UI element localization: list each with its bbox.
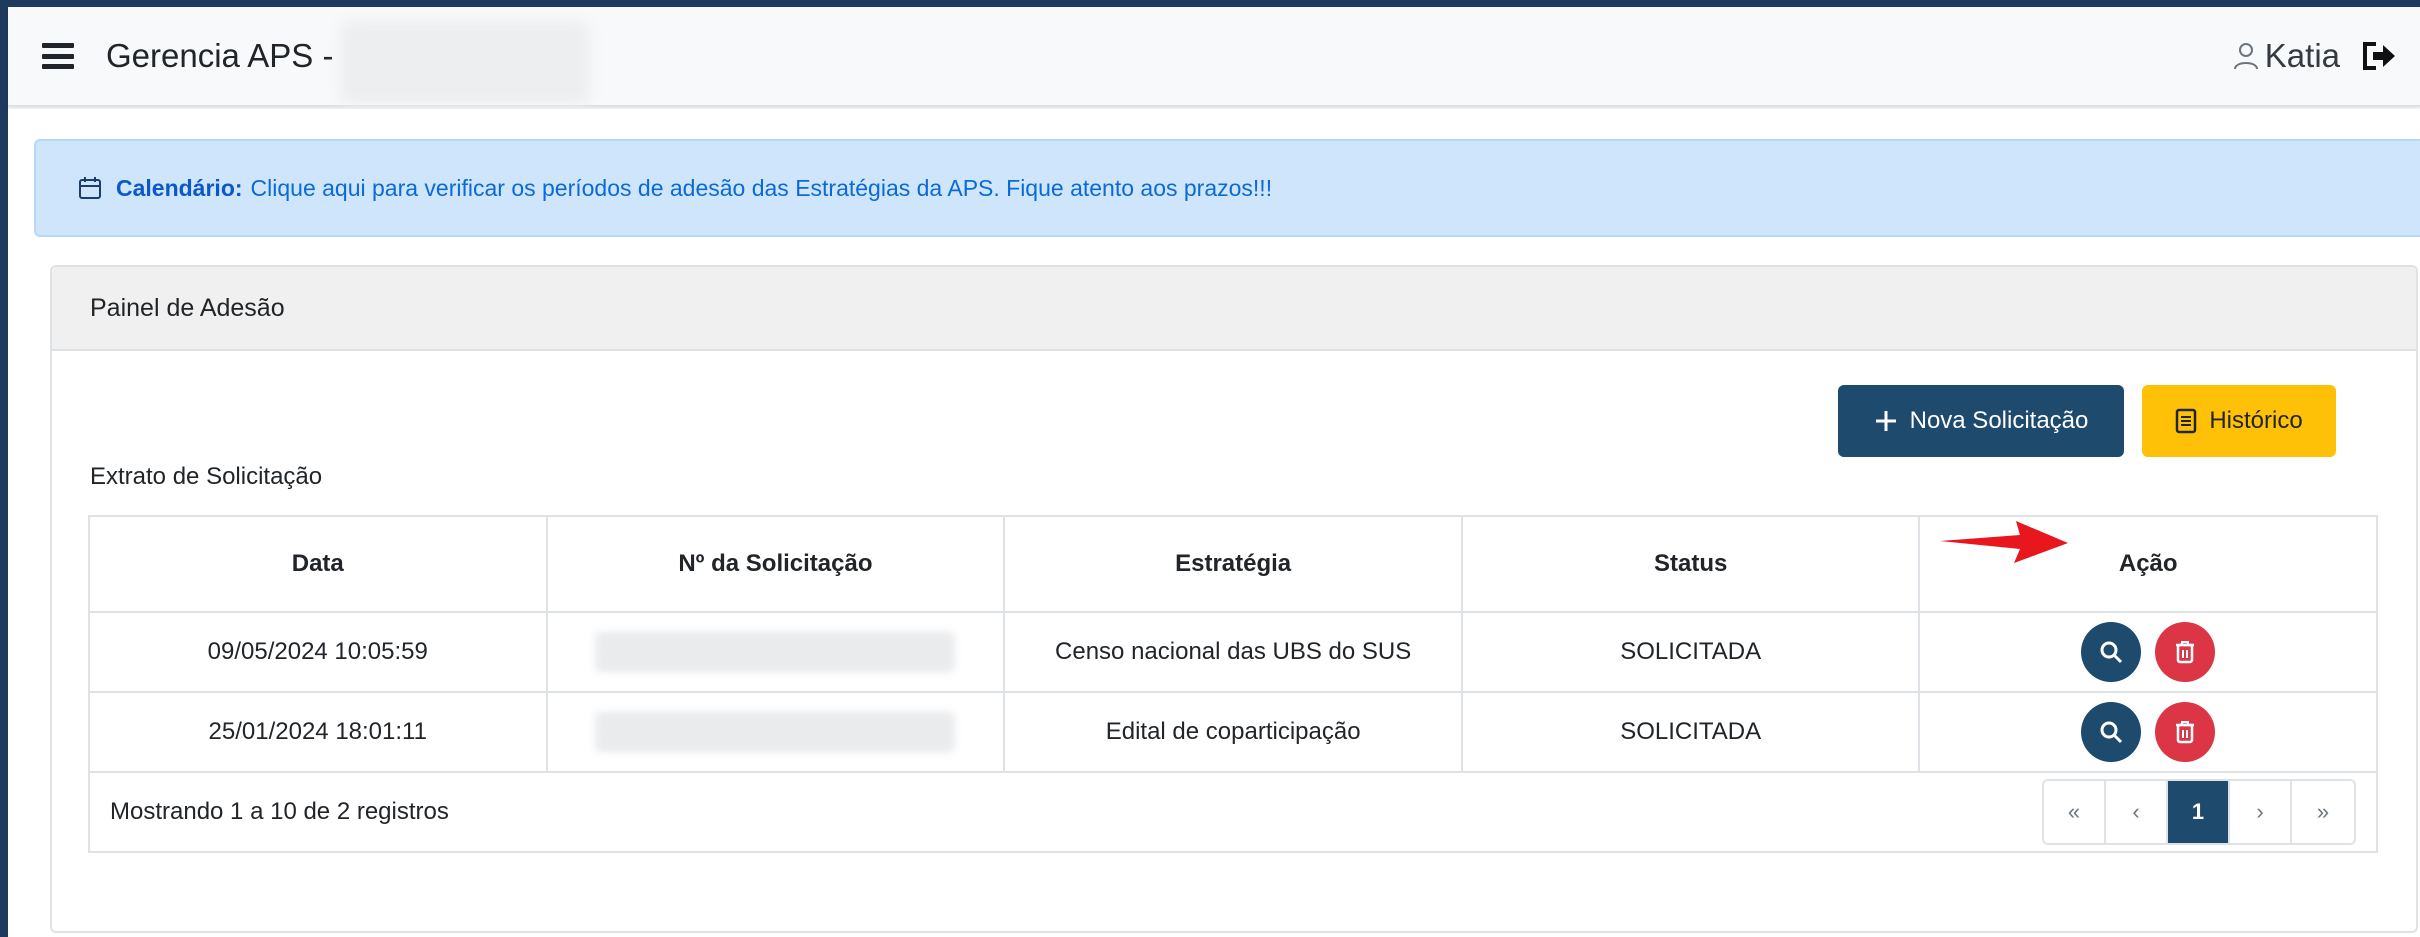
user-area: Katia xyxy=(2233,37,2398,75)
user-icon xyxy=(2233,43,2258,70)
page-next-button[interactable]: › xyxy=(2230,781,2292,843)
table-footer-cell: Mostrando 1 a 10 de 2 registros « ‹ 1 › … xyxy=(88,771,2378,853)
search-icon xyxy=(2100,721,2123,744)
cell-status: SOLICITADA xyxy=(1460,611,1921,693)
panel-title: Painel de Adesão xyxy=(52,267,2416,351)
cell-numero xyxy=(545,691,1006,773)
plus-icon xyxy=(1874,409,1898,433)
table-row: 09/05/2024 10:05:59 Censo nacional das U… xyxy=(88,611,2378,693)
adesao-panel: Painel de Adesão Nova Solicitação Histór… xyxy=(50,265,2418,933)
redacted-numero xyxy=(595,632,956,672)
annotation-arrow xyxy=(1940,521,2068,563)
cell-acao xyxy=(1918,611,2378,693)
column-header-numero[interactable]: Nº da Solicitação xyxy=(545,515,1006,613)
logout-icon[interactable] xyxy=(2362,41,2398,71)
trash-icon xyxy=(2176,641,2195,664)
table-footer-row: Mostrando 1 a 10 de 2 registros « ‹ 1 › … xyxy=(88,771,2378,853)
cell-acao xyxy=(1918,691,2378,773)
trash-icon xyxy=(2176,721,2195,744)
user-name: Katia xyxy=(2264,37,2340,74)
table-row: 25/01/2024 18:01:11 Edital de coparticip… xyxy=(88,691,2378,773)
view-button[interactable] xyxy=(2081,702,2142,762)
calendar-alert[interactable]: Calendário: Clique aqui para verificar o… xyxy=(34,139,2420,237)
cell-status: SOLICITADA xyxy=(1460,691,1921,773)
alert-bold-label: Calendário: xyxy=(116,174,243,201)
page-first-button[interactable]: « xyxy=(2044,781,2106,843)
nova-solicitacao-button[interactable]: Nova Solicitação xyxy=(1838,385,2124,457)
column-header-data[interactable]: Data xyxy=(88,515,548,613)
app-title: Gerencia APS - xyxy=(106,37,334,74)
cell-data: 09/05/2024 10:05:59 xyxy=(88,611,548,693)
cell-data: 25/01/2024 18:01:11 xyxy=(88,691,548,773)
redacted-numero xyxy=(595,712,956,752)
column-header-estrategia[interactable]: Estratégia xyxy=(1003,515,1463,613)
redacted-unit-name xyxy=(340,22,590,104)
document-icon xyxy=(2175,408,2197,434)
cell-estrategia: Edital de coparticipação xyxy=(1003,691,1463,773)
user-menu[interactable]: Katia xyxy=(2233,37,2340,75)
menu-icon[interactable] xyxy=(42,43,74,69)
calendar-icon xyxy=(79,177,101,199)
cell-estrategia: Censo nacional das UBS do SUS xyxy=(1003,611,1463,693)
column-header-status[interactable]: Status xyxy=(1460,515,1921,613)
page-current-button[interactable]: 1 xyxy=(2168,781,2230,843)
view-button[interactable] xyxy=(2081,622,2142,682)
nova-solicitacao-label: Nova Solicitação xyxy=(1909,407,2089,434)
cell-numero xyxy=(545,611,1006,693)
pagination: « ‹ 1 › » xyxy=(2042,779,2356,845)
page-last-button[interactable]: » xyxy=(2292,781,2354,843)
alert-text: Clique aqui para verificar os períodos d… xyxy=(250,174,1273,201)
historico-label: Histórico xyxy=(2209,407,2303,434)
historico-button[interactable]: Histórico xyxy=(2142,385,2336,457)
delete-button[interactable] xyxy=(2155,702,2216,762)
records-info: Mostrando 1 a 10 de 2 registros xyxy=(110,798,449,825)
top-navbar: Gerencia APS - Katia xyxy=(8,7,2420,107)
delete-button[interactable] xyxy=(2155,622,2216,682)
search-icon xyxy=(2100,641,2123,664)
page-prev-button[interactable]: ‹ xyxy=(2106,781,2168,843)
extrato-label: Extrato de Solicitação xyxy=(90,463,323,490)
